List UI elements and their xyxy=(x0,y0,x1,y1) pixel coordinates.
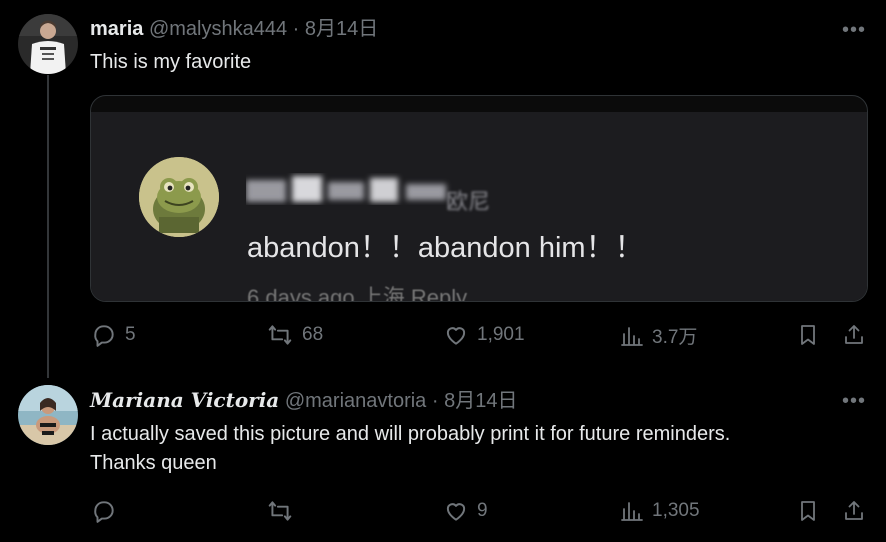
avatar-image xyxy=(18,14,78,74)
avatar-image xyxy=(18,385,78,445)
share-icon xyxy=(845,501,863,520)
views-icon xyxy=(621,326,643,346)
more-icon: ••• xyxy=(841,18,866,41)
reply-button[interactable]: 5 xyxy=(91,322,136,348)
blurred-username-tail: 欧尼 xyxy=(446,189,491,214)
retweet-count: 68 xyxy=(302,324,324,345)
views-count: 3.7万 xyxy=(652,327,698,348)
tweet-date[interactable]: 8月14日 xyxy=(305,18,378,40)
tweet-header: maria @malyshka444 · 8月14日 xyxy=(90,17,378,41)
embedded-comment-meta: 6 days ago 上海 Reply xyxy=(247,285,468,302)
reply-icon xyxy=(94,501,114,523)
tweet-text: This is my favorite xyxy=(90,51,252,73)
views-icon xyxy=(621,502,643,521)
like-button[interactable]: 9 xyxy=(443,498,488,524)
retweet-button[interactable] xyxy=(266,498,302,524)
retweet-icon xyxy=(268,325,292,345)
more-options-button[interactable]: ••• xyxy=(840,16,868,44)
tweet-text: I actually saved this picture and will p… xyxy=(90,420,860,478)
bookmark-button[interactable] xyxy=(796,322,820,348)
reply-button[interactable] xyxy=(91,498,125,524)
reply-icon xyxy=(94,325,114,347)
tweet-text-line: I actually saved this picture and will p… xyxy=(90,423,731,445)
more-options-button[interactable]: ••• xyxy=(840,387,868,415)
tweet-header: Mariana Victoria @marianavtoria · 8月14日 xyxy=(90,388,517,413)
avatar-mariana[interactable] xyxy=(18,385,78,445)
tweet-text-line: Thanks queen xyxy=(90,452,217,474)
thread-connector-line xyxy=(47,75,49,378)
more-icon: ••• xyxy=(841,389,866,412)
like-button[interactable]: 1,901 xyxy=(443,322,525,348)
share-button[interactable] xyxy=(842,322,866,348)
tweet-date[interactable]: 8月14日 xyxy=(444,390,517,412)
like-icon xyxy=(446,503,466,521)
share-button[interactable] xyxy=(842,498,866,524)
bookmark-button[interactable] xyxy=(796,498,820,524)
retweet-button[interactable]: 68 xyxy=(266,322,323,348)
separator-dot: · xyxy=(431,390,439,412)
views-button[interactable]: 1,305 xyxy=(620,498,700,524)
avatar-maria[interactable] xyxy=(18,14,78,74)
like-icon xyxy=(446,327,466,345)
reply-count: 5 xyxy=(125,324,136,345)
embedded-comment-text: abandon！！abandon him！！ xyxy=(247,232,644,264)
frog-avatar xyxy=(139,157,219,237)
like-count: 1,901 xyxy=(477,324,525,345)
user-handle[interactable]: @marianavtoria xyxy=(285,390,426,412)
like-count: 9 xyxy=(477,500,488,521)
views-count: 1,305 xyxy=(652,500,700,521)
user-handle[interactable]: @malyshka444 xyxy=(149,18,287,40)
bookmark-icon xyxy=(801,325,815,345)
display-name[interactable]: maria xyxy=(90,18,143,40)
display-name[interactable]: Mariana Victoria xyxy=(90,388,279,412)
media-image[interactable]: 欧尼 abandon！！abandon him！！ 6 days ago 上海 … xyxy=(90,95,868,302)
retweet-icon xyxy=(268,501,292,521)
frog-image xyxy=(139,157,219,237)
views-button[interactable]: 3.7万 xyxy=(620,322,697,349)
screenshot-content: 欧尼 abandon！！abandon him！！ 6 days ago 上海 … xyxy=(91,112,867,301)
bookmark-icon xyxy=(801,501,815,521)
separator-dot: · xyxy=(292,18,300,40)
share-icon xyxy=(845,325,863,344)
